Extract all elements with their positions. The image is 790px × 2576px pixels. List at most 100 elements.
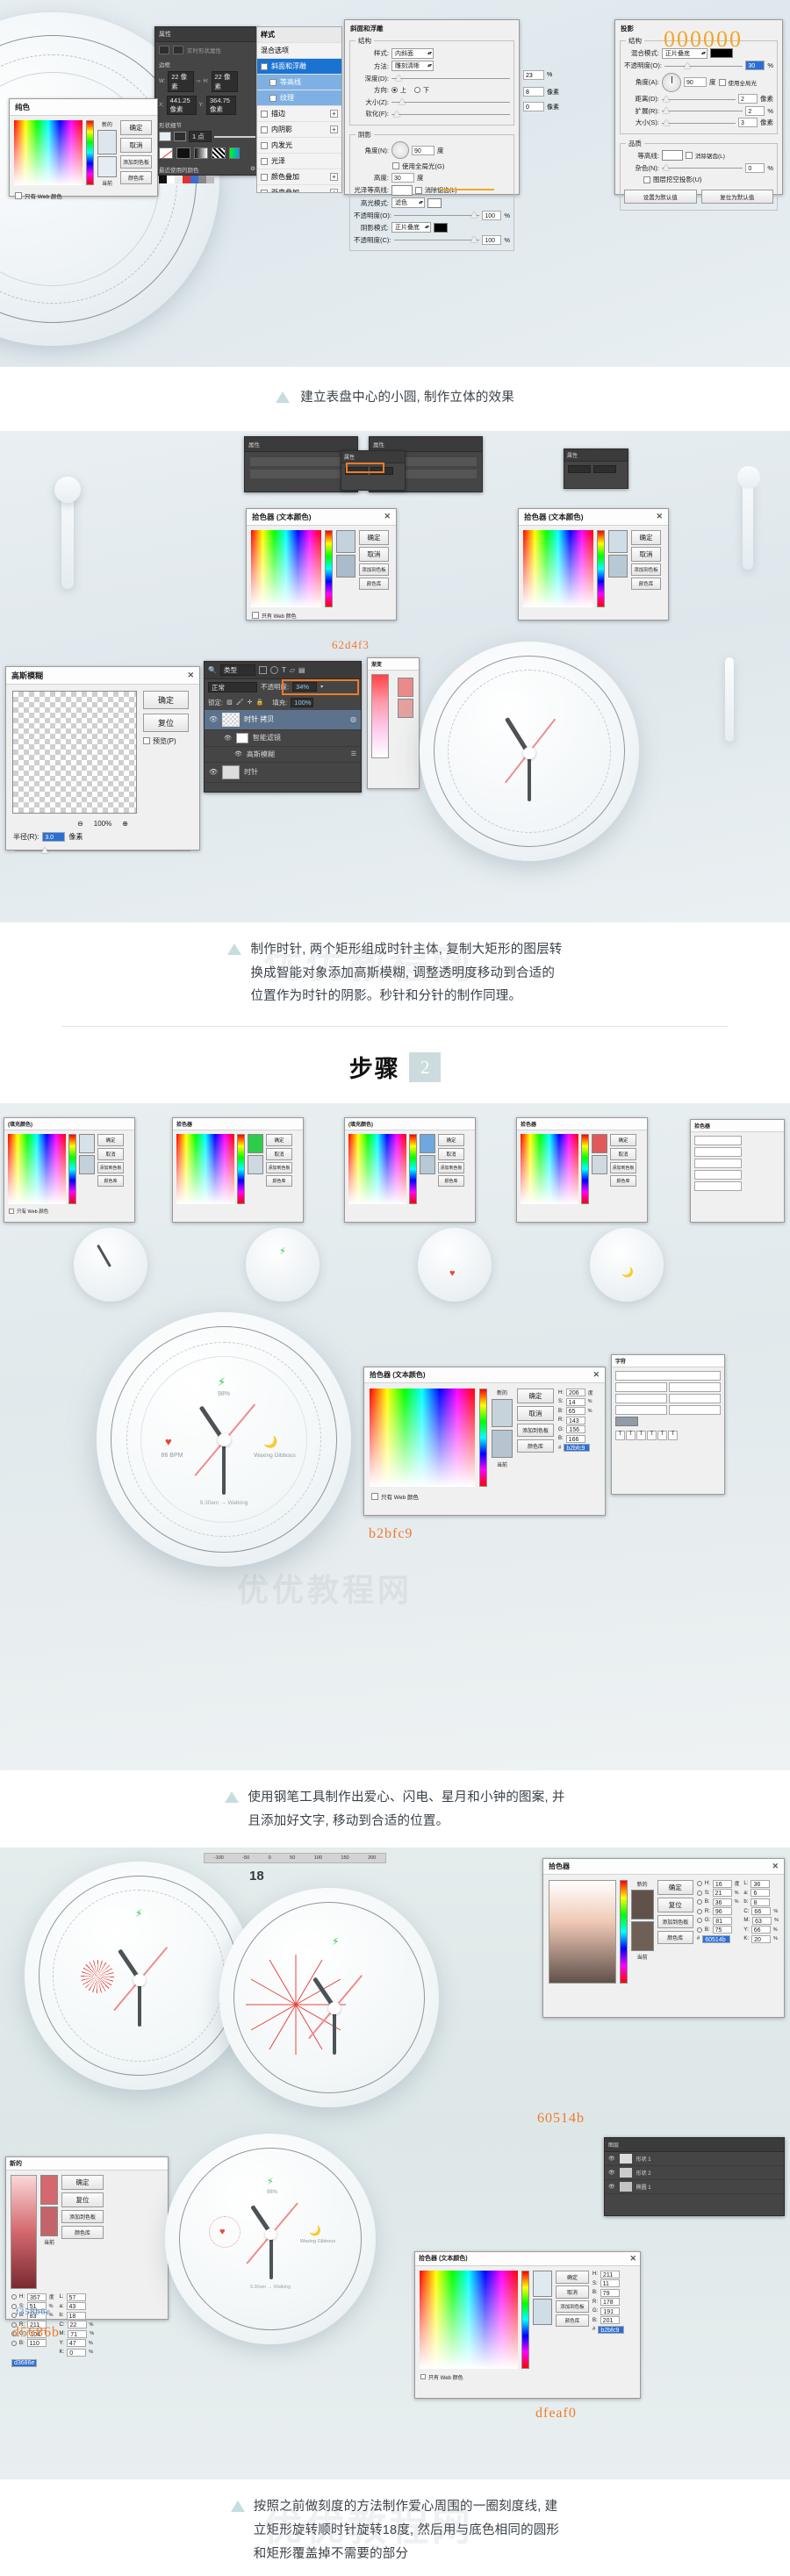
shadow-opacity-slider[interactable]: [393, 235, 480, 244]
cpfg-h-val[interactable]: 357: [27, 2293, 47, 2301]
cp-left-hue[interactable]: [325, 529, 333, 607]
blend-mode-select[interactable]: 正常: [208, 681, 257, 692]
solid-fill-icon[interactable]: [176, 147, 190, 159]
style-item-gradient-overlay[interactable]: 渐变叠加 +: [257, 185, 341, 192]
gaussian-radius-field[interactable]: 3.0: [42, 831, 66, 842]
recent-swatch[interactable]: [159, 176, 167, 183]
direction-up-radio[interactable]: [391, 87, 398, 93]
ds-global-light-checkbox[interactable]: [718, 78, 726, 86]
highlight-color-swatch[interactable]: [427, 197, 442, 208]
cpfg-k-val[interactable]: 0: [67, 2348, 87, 2357]
cpfg-ok[interactable]: 确定: [61, 2174, 104, 2190]
cpfg-L-val[interactable]: 57: [66, 2293, 86, 2301]
style-item-satin[interactable]: 光泽: [257, 154, 341, 169]
prop-y-value[interactable]: 364.75 像素: [206, 96, 237, 115]
fill-value[interactable]: 100%: [291, 697, 314, 707]
cpfg-a-val[interactable]: 43: [66, 2302, 86, 2311]
cpbr-b2-val[interactable]: 75: [712, 1926, 732, 1934]
color-picker-right[interactable]: 拾色器 (文本颜色) ✕ 确定 取消 添加到色板 颜色库: [518, 507, 669, 621]
cp3a-web-checkbox[interactable]: [9, 1209, 14, 1215]
cp-right-add[interactable]: 添加到色板: [631, 563, 661, 576]
char-style-icon[interactable]: T: [615, 1431, 625, 1441]
cpfg-y-val[interactable]: 47: [66, 2339, 86, 2348]
eye-icon[interactable]: 👁: [209, 715, 218, 723]
char-leading-field[interactable]: [669, 1382, 721, 1393]
cpbr-hue[interactable]: [620, 1879, 628, 1984]
cp3c-hue[interactable]: [409, 1134, 417, 1205]
cp-right-hue[interactable]: [597, 529, 605, 607]
bevel-mid-fields[interactable]: 23 % 8 像素 0 像素: [523, 70, 576, 111]
style-item-contour[interactable]: 等高线: [257, 75, 341, 90]
cpbot-hue[interactable]: [521, 2270, 529, 2369]
cpbot-h-val[interactable]: 211: [600, 2270, 620, 2278]
ds-noise-field[interactable]: 0: [745, 162, 765, 173]
char-vscale-field[interactable]: [615, 1405, 667, 1416]
txt-s-val[interactable]: 14: [565, 1397, 585, 1406]
txt-h-val[interactable]: 206: [566, 1388, 585, 1397]
cp3b-hue[interactable]: [237, 1134, 245, 1205]
fill-swatch[interactable]: [159, 132, 171, 141]
eye-icon[interactable]: 👁: [608, 2170, 615, 2176]
inner-shadow-checkbox[interactable]: [261, 126, 268, 133]
cpbot-field[interactable]: [420, 2270, 518, 2369]
highlight-opacity-field[interactable]: 100: [482, 210, 502, 220]
txt-hex-val[interactable]: b2bfc9: [564, 1444, 591, 1453]
shape-tool-icon[interactable]: [159, 46, 169, 54]
texture-checkbox[interactable]: [269, 94, 276, 102]
add-gradient-overlay-icon[interactable]: +: [330, 189, 338, 192]
color-picker-fg[interactable]: 新的 当前 确定 复位 添加到色板 颜色库 H: 357 度 S: 51 % B…: [5, 2156, 169, 2367]
shape-attr-panel-3e[interactable]: 拾色器: [690, 1119, 785, 1223]
cpfg-reset[interactable]: 复位: [61, 2192, 104, 2207]
cp3d-field[interactable]: [521, 1134, 578, 1205]
color-picker-3a[interactable]: (填充颜色) 确定 取消 添加到色板 颜色库 只有 Web 颜色: [4, 1117, 135, 1223]
angle-dial[interactable]: [391, 141, 409, 159]
filter-settings-icon[interactable]: ☰: [351, 750, 356, 757]
close-icon[interactable]: ✕: [187, 671, 194, 680]
recent-swatch[interactable]: [206, 176, 214, 183]
ds-contour-thumb[interactable]: [662, 150, 683, 161]
gaussian-blur-dialog[interactable]: 高斯模糊 ✕ 确定 复位 预览(P) ⊖ 100% ⊕ 半径(R): 3.0 像…: [5, 665, 200, 853]
add-inner-shadow-icon[interactable]: +: [330, 126, 338, 133]
color-picker-3c[interactable]: (填充颜色) 确定 取消 添加到色板 颜色库: [344, 1117, 476, 1223]
bevel-size-slider[interactable]: [391, 97, 510, 106]
current-color-swatch[interactable]: [97, 156, 117, 177]
cp-right-field[interactable]: [523, 529, 593, 607]
cp-left-cancel[interactable]: 取消: [359, 546, 389, 562]
style-item-stroke[interactable]: 描边 +: [257, 106, 341, 122]
style-item-texture[interactable]: 纹理: [257, 90, 341, 106]
cpbot-s-val[interactable]: 11: [600, 2279, 620, 2288]
cpbot-b-val[interactable]: 79: [600, 2288, 620, 2297]
txt-g-val[interactable]: 156: [566, 1425, 586, 1434]
cp-left-lib[interactable]: 颜色库: [359, 577, 389, 590]
layer-row-bottom[interactable]: 👁 形状 1: [605, 2152, 784, 2166]
text-cp-ok[interactable]: 确定: [517, 1388, 554, 1404]
cp3b-add[interactable]: 添加到色板: [266, 1162, 292, 1174]
ds-reset-default-button[interactable]: 复位为默认值: [700, 190, 773, 204]
cp3b-cancel[interactable]: 取消: [266, 1148, 292, 1161]
filter-type-icon[interactable]: T: [282, 666, 286, 674]
recent-swatch[interactable]: [183, 176, 190, 183]
txt-r-val[interactable]: 143: [566, 1416, 585, 1424]
close-icon[interactable]: ✕: [772, 1862, 779, 1871]
color-library-button[interactable]: 颜色库: [120, 171, 152, 184]
char-hscale-field[interactable]: [669, 1405, 721, 1416]
stroke-checkbox[interactable]: [261, 110, 268, 118]
text-cp-cancel[interactable]: 取消: [517, 1406, 554, 1422]
color-picker-3b[interactable]: 拾色器 确定 取消 添加到色板 颜色库: [172, 1117, 304, 1223]
hue-slider[interactable]: [86, 120, 94, 185]
text-cp-web-checkbox[interactable]: [371, 1493, 378, 1501]
cp-right-cancel[interactable]: 取消: [631, 546, 661, 562]
cp-right-ok[interactable]: 确定: [631, 529, 661, 545]
cp3c-add[interactable]: 添加到色板: [438, 1162, 464, 1174]
cp3b-lib[interactable]: 颜色库: [266, 1175, 292, 1188]
prop-h-value[interactable]: 22 像素: [211, 71, 238, 92]
ds-set-default-button[interactable]: 设置为默认值: [624, 190, 697, 204]
satin-checkbox[interactable]: [261, 157, 268, 165]
cpbr-b2-radio[interactable]: [696, 1927, 702, 1933]
ds-opacity-slider[interactable]: [664, 61, 743, 70]
cpfg-h-radio[interactable]: [11, 2294, 17, 2300]
gaussian-preview-checkbox[interactable]: [143, 737, 150, 745]
char-kerning-field[interactable]: [669, 1394, 721, 1404]
eye-icon[interactable]: 👁: [224, 735, 232, 742]
color-picker-bottom-right[interactable]: 拾色器 (文本颜色) ✕ 确定 取消 添加到色板 颜色库 H: 211 S: 1…: [414, 2250, 641, 2399]
